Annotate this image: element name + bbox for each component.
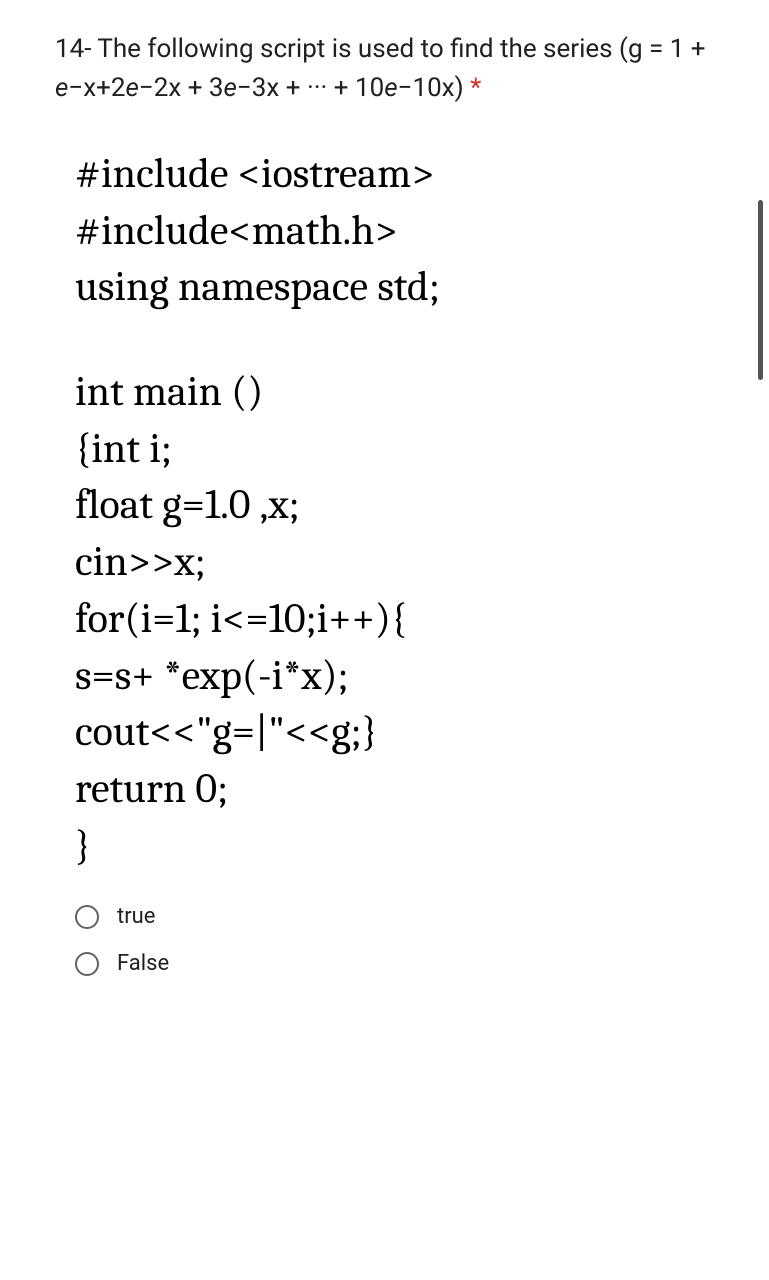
- options-group: true False: [55, 904, 719, 976]
- radio-icon: [75, 952, 99, 976]
- option-label-true: true: [117, 904, 155, 929]
- formula-p3: +2: [96, 73, 125, 103]
- formula-p12: ): [455, 73, 464, 103]
- option-label-false: False: [117, 951, 169, 976]
- formula-exp4: −10x: [398, 73, 455, 103]
- formula-exp1: −x: [68, 73, 96, 103]
- formula-e1: e: [55, 73, 68, 103]
- formula-e4: e: [384, 73, 397, 103]
- option-false[interactable]: False: [75, 951, 719, 976]
- formula-exp3: −3x: [237, 73, 279, 103]
- code-line-8: for(i=1; i<=10;i++){: [75, 591, 719, 648]
- code-line-4: int main (): [75, 364, 719, 421]
- code-line-11: return 0;: [75, 761, 719, 818]
- question-prefix: 14- The following script is used to find…: [55, 34, 706, 64]
- option-true[interactable]: true: [75, 904, 719, 929]
- code-block: #include <iostream> #include<math.h> usi…: [55, 146, 719, 874]
- code-line-1: #include <iostream>: [75, 146, 719, 203]
- formula-p6: + 3: [181, 73, 223, 103]
- formula-exp2: −2x: [139, 73, 181, 103]
- code-line-5: {int i;: [75, 421, 719, 478]
- code-line-6: float g=1.0 ,x;: [75, 477, 719, 534]
- required-asterisk: *: [464, 73, 482, 103]
- formula-p9: + ··· + 10: [279, 73, 384, 103]
- code-line-2: #include<math.h>: [75, 203, 719, 260]
- formula-e3: e: [224, 73, 237, 103]
- code-line-9: s=s+ *exp(-i*x);: [75, 648, 719, 705]
- code-line-10: cout<<"g=|"<<g;}: [75, 704, 719, 761]
- formula-e2: e: [126, 73, 139, 103]
- scrollbar[interactable]: [758, 200, 763, 380]
- question-text: 14- The following script is used to find…: [55, 30, 719, 108]
- code-line-3: using namespace std;: [75, 259, 719, 316]
- code-line-12: }: [75, 818, 719, 875]
- radio-icon: [75, 905, 99, 929]
- code-line-7: cin>>x;: [75, 534, 719, 591]
